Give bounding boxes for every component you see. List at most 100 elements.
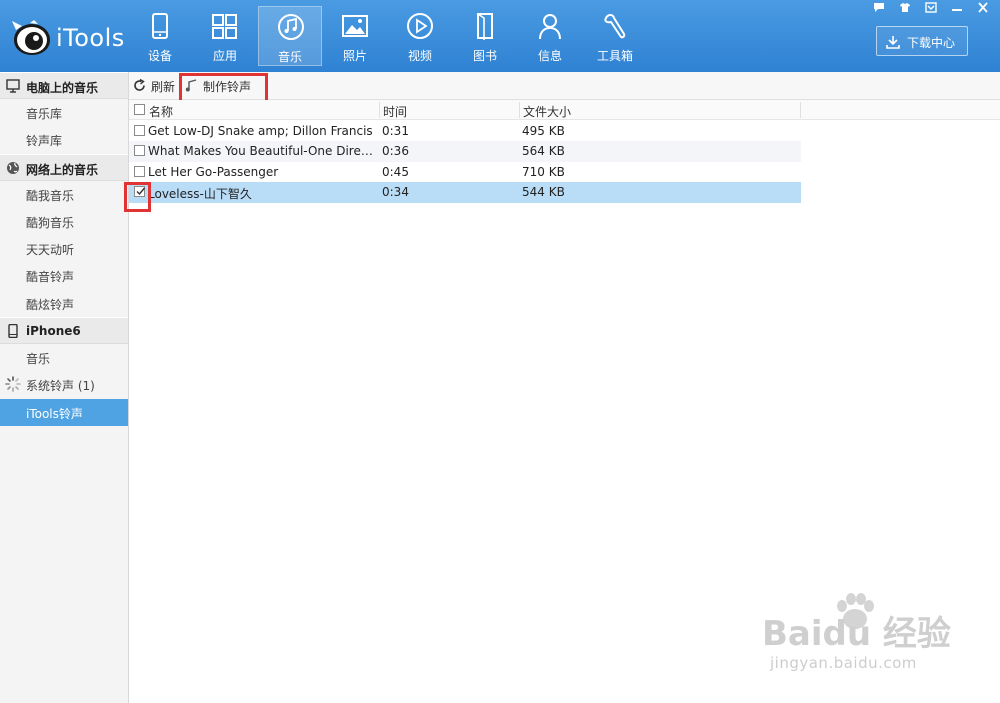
sidebar-item-label: 音乐库 <box>26 107 63 121</box>
nav-photos[interactable]: 照片 <box>323 6 387 66</box>
nav-device[interactable]: 设备 <box>128 6 192 66</box>
window-controls <box>862 2 992 16</box>
nav-music-label: 音乐 <box>277 50 302 64</box>
sidebar-item-label: 酷炫铃声 <box>26 297 75 312</box>
nav-contacts[interactable]: 信息 <box>518 6 582 66</box>
nav-device-label: 设备 <box>147 49 172 63</box>
table-row[interactable]: Loveless-山下智久 0:34 544 KB <box>129 182 801 203</box>
book-icon <box>477 13 493 40</box>
sidebar-item-ttpod[interactable]: 天天动听 <box>0 235 128 262</box>
nav-video[interactable]: 视频 <box>388 6 452 66</box>
nav-toolbox[interactable]: 工具箱 <box>583 6 647 66</box>
column-divider[interactable] <box>800 102 801 118</box>
main-nav: 设备 应用 音乐 照片 视频 图书 信息 工具箱 <box>128 6 648 66</box>
sidebar-section-title: 电脑上的音乐 <box>26 81 99 95</box>
cell-size: 495 KB <box>522 124 565 138</box>
column-header-time[interactable]: 时间 <box>383 103 407 120</box>
minimize-icon <box>952 9 962 11</box>
sidebar-section-iphone[interactable]: iPhone6 <box>0 317 128 345</box>
sidebar-item-music-library[interactable]: 音乐库 <box>0 99 128 126</box>
cell-time: 0:34 <box>382 185 409 200</box>
nav-contacts-label: 信息 <box>537 49 562 63</box>
table-header: 名称 时间 文件大小 <box>129 100 1000 120</box>
menu-icon <box>925 2 937 13</box>
chat-icon <box>874 3 884 12</box>
music-icon <box>278 14 304 40</box>
sidebar-item-label: 铃声库 <box>26 134 63 149</box>
nav-photos-label: 照片 <box>342 49 367 63</box>
nav-apps[interactable]: 应用 <box>193 6 257 66</box>
sidebar-item-label: 酷音铃声 <box>26 270 75 285</box>
cell-name: Get Low-DJ Snake amp; Dillon Francis <box>148 124 373 138</box>
apps-icon <box>212 14 237 39</box>
close-icon <box>978 2 988 13</box>
sidebar-item-label: 酷我音乐 <box>26 188 75 203</box>
sidebar-section-computer-music[interactable]: 电脑上的音乐 <box>0 72 128 99</box>
app-name: iTools <box>56 24 125 52</box>
nav-toolbox-label: 工具箱 <box>596 49 633 63</box>
download-icon <box>886 36 900 49</box>
sidebar: 电脑上的音乐 音乐库 铃声库 网络上的音乐 酷我音乐 酷狗音乐 天天动听 酷音铃… <box>0 72 129 703</box>
itools-logo-icon <box>12 20 50 55</box>
sidebar-item-kuxuan[interactable]: 酷炫铃声 <box>0 290 128 317</box>
nav-apps-label: 应用 <box>212 49 237 63</box>
make-ringtone-label: 制作铃声 <box>203 80 252 94</box>
row-checkbox[interactable] <box>134 145 145 157</box>
nav-books[interactable]: 图书 <box>453 6 517 66</box>
sidebar-item-label: 酷狗音乐 <box>26 215 75 230</box>
ringtone-music-icon <box>185 79 197 92</box>
sidebar-item-system-ringtones[interactable]: 系统铃声 (1) <box>0 371 128 398</box>
column-header-name[interactable]: 名称 <box>149 103 173 120</box>
table-row[interactable]: What Makes You Beautiful-One Directi... … <box>129 141 801 162</box>
feedback-button[interactable] <box>870 2 888 16</box>
refresh-icon <box>134 79 145 91</box>
video-icon <box>407 13 433 39</box>
minimize-button[interactable] <box>948 2 966 16</box>
sidebar-item-kugou[interactable]: 酷狗音乐 <box>0 208 128 235</box>
column-header-size[interactable]: 文件大小 <box>523 103 571 120</box>
sidebar-item-ringtone-library[interactable]: 铃声库 <box>0 126 128 153</box>
close-button[interactable] <box>974 2 992 16</box>
app-logo: iTools <box>10 18 128 58</box>
refresh-button[interactable]: 刷新 <box>133 77 179 95</box>
globe-icon <box>7 161 19 174</box>
cell-name: Loveless-山下智久 <box>148 187 252 202</box>
cell-time: 0:36 <box>382 144 409 159</box>
sidebar-item-kuwo[interactable]: 酷我音乐 <box>0 181 128 208</box>
sidebar-item-device-music[interactable]: 音乐 <box>0 344 128 371</box>
photo-icon <box>342 15 368 37</box>
cell-size: 564 KB <box>522 144 565 159</box>
device-icon <box>152 13 168 39</box>
toolbox-icon <box>604 14 626 39</box>
checkmark-icon <box>136 187 146 196</box>
sidebar-item-itools-ringtones[interactable]: iTools铃声 <box>0 398 128 426</box>
cell-size: 710 KB <box>522 164 565 179</box>
sidebar-item-kuyin[interactable]: 酷音铃声 <box>0 262 128 289</box>
watermark-url: jingyan.baidu.com <box>770 654 917 672</box>
row-checkbox[interactable] <box>134 186 146 198</box>
download-center-button[interactable]: 下载中心 <box>876 26 968 56</box>
table-row[interactable]: Let Her Go-Passenger 0:45 710 KB <box>129 162 801 182</box>
cell-time: 0:31 <box>382 124 409 138</box>
sidebar-section-title: iPhone6 <box>26 324 81 339</box>
column-divider[interactable] <box>379 102 380 118</box>
sidebar-section-online-music[interactable]: 网络上的音乐 <box>0 153 128 181</box>
nav-music[interactable]: 音乐 <box>258 6 322 66</box>
sidebar-item-label: 天天动听 <box>26 243 75 258</box>
column-divider[interactable] <box>519 102 520 118</box>
skin-button[interactable] <box>896 2 914 16</box>
row-checkbox[interactable] <box>134 125 145 136</box>
table-row[interactable]: Get Low-DJ Snake amp; Dillon Francis 0:3… <box>129 121 801 141</box>
contact-icon <box>539 14 561 40</box>
select-all-checkbox[interactable] <box>134 104 145 115</box>
sidebar-section-title: 网络上的音乐 <box>26 162 99 177</box>
computer-icon <box>6 79 20 93</box>
cell-name: Let Her Go-Passenger <box>148 164 279 179</box>
row-checkbox[interactable] <box>134 165 145 177</box>
cell-size: 544 KB <box>522 185 565 200</box>
baidu-watermark: Baidu 经验 jingyan.baidu.com <box>762 592 962 682</box>
sidebar-item-label: 音乐 <box>26 352 51 367</box>
menu-button[interactable] <box>922 2 940 16</box>
loading-spinner-icon <box>5 376 21 393</box>
make-ringtone-button[interactable]: 制作铃声 <box>185 77 265 95</box>
